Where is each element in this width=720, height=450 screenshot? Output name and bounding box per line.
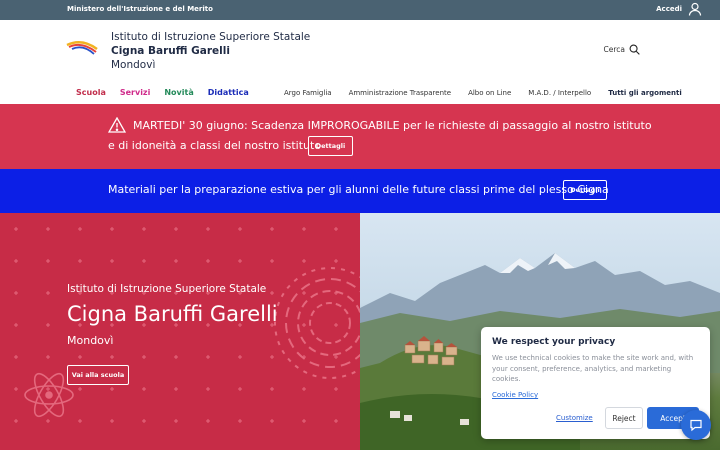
- user-icon: [688, 2, 702, 16]
- school-name-line2: Cigna Baruffi Garelli: [111, 45, 230, 57]
- hero-title: Cigna Baruffi Garelli: [67, 302, 278, 326]
- info-text: Materiali per la preparazione estiva per…: [108, 183, 609, 196]
- login-label: Accedi: [656, 5, 682, 13]
- go-to-school-button[interactable]: Vai alla scuola: [67, 365, 129, 385]
- login-button[interactable]: Accedi: [656, 2, 702, 16]
- nav-item-scuola[interactable]: Scuola: [76, 88, 106, 97]
- nav-primary: Scuola Servizi Novità Didattica: [76, 88, 249, 97]
- school-name[interactable]: Istituto di Istruzione Superiore Statale…: [111, 30, 310, 72]
- info-details-button[interactable]: Dettagli: [563, 180, 607, 200]
- top-bar: Ministero dell'Istruzione e del Merito A…: [0, 0, 720, 20]
- cookie-description: We use technical cookies to make the sit…: [492, 354, 694, 383]
- alert-text-line1: MARTEDI' 30 giugno: Scadenza IMPROROGABI…: [133, 119, 652, 132]
- nav-link-argo-famiglia[interactable]: Argo Famiglia: [284, 89, 332, 97]
- ministry-link[interactable]: Ministero dell'Istruzione e del Merito: [67, 5, 213, 13]
- reject-button[interactable]: Reject: [605, 407, 643, 429]
- cookie-policy-link[interactable]: Cookie Policy: [492, 391, 538, 399]
- info-banner: Materiali per la preparazione estiva per…: [0, 169, 720, 213]
- nav-secondary: Argo Famiglia Amministrazione Trasparent…: [284, 89, 682, 97]
- alert-details-button[interactable]: Dettagli: [308, 136, 353, 156]
- school-name-line1: Istituto di Istruzione Superiore Statale: [111, 31, 311, 43]
- nav-item-novita[interactable]: Novità: [164, 88, 193, 97]
- school-name-line3: Mondovì: [111, 59, 156, 71]
- chat-button[interactable]: [681, 410, 711, 440]
- nav-link-amministrazione-trasparente[interactable]: Amministrazione Trasparente: [349, 89, 452, 97]
- search-icon: [629, 44, 640, 55]
- hero-city: Mondovì: [67, 334, 114, 347]
- nav-link-albo-on-line[interactable]: Albo on Line: [468, 89, 511, 97]
- alert-text-line2: e di idoneità a classi del nostro istitu…: [108, 139, 322, 152]
- school-logo[interactable]: [66, 40, 98, 56]
- alert-banner: MARTEDI' 30 giugno: Scadenza IMPROROGABI…: [0, 104, 720, 169]
- cookie-title: We respect your privacy: [492, 337, 616, 347]
- hero-panel: Istituto di Istruzione Superiore Statale…: [0, 213, 360, 450]
- nav-item-servizi[interactable]: Servizi: [120, 88, 151, 97]
- chat-icon: [690, 419, 702, 432]
- nav-link-mad-interpello[interactable]: M.A.D. / Interpello: [528, 89, 591, 97]
- customize-button[interactable]: Customize: [556, 414, 593, 422]
- warning-icon: [108, 117, 126, 133]
- rings-decoration: [274, 267, 360, 379]
- site-header: Istituto di Istruzione Superiore Statale…: [0, 20, 720, 84]
- hero-subtitle: Istituto di Istruzione Superiore Statale: [67, 283, 267, 295]
- main-navigation: Scuola Servizi Novità Didattica Argo Fam…: [0, 84, 720, 104]
- search-label: Cerca: [603, 45, 626, 54]
- nav-item-didattica[interactable]: Didattica: [208, 88, 249, 97]
- nav-link-tutti-gli-argomenti[interactable]: Tutti gli argomenti: [608, 89, 682, 97]
- search-button[interactable]: Cerca: [604, 44, 641, 55]
- cookie-consent-dialog: We respect your privacy We use technical…: [481, 327, 710, 439]
